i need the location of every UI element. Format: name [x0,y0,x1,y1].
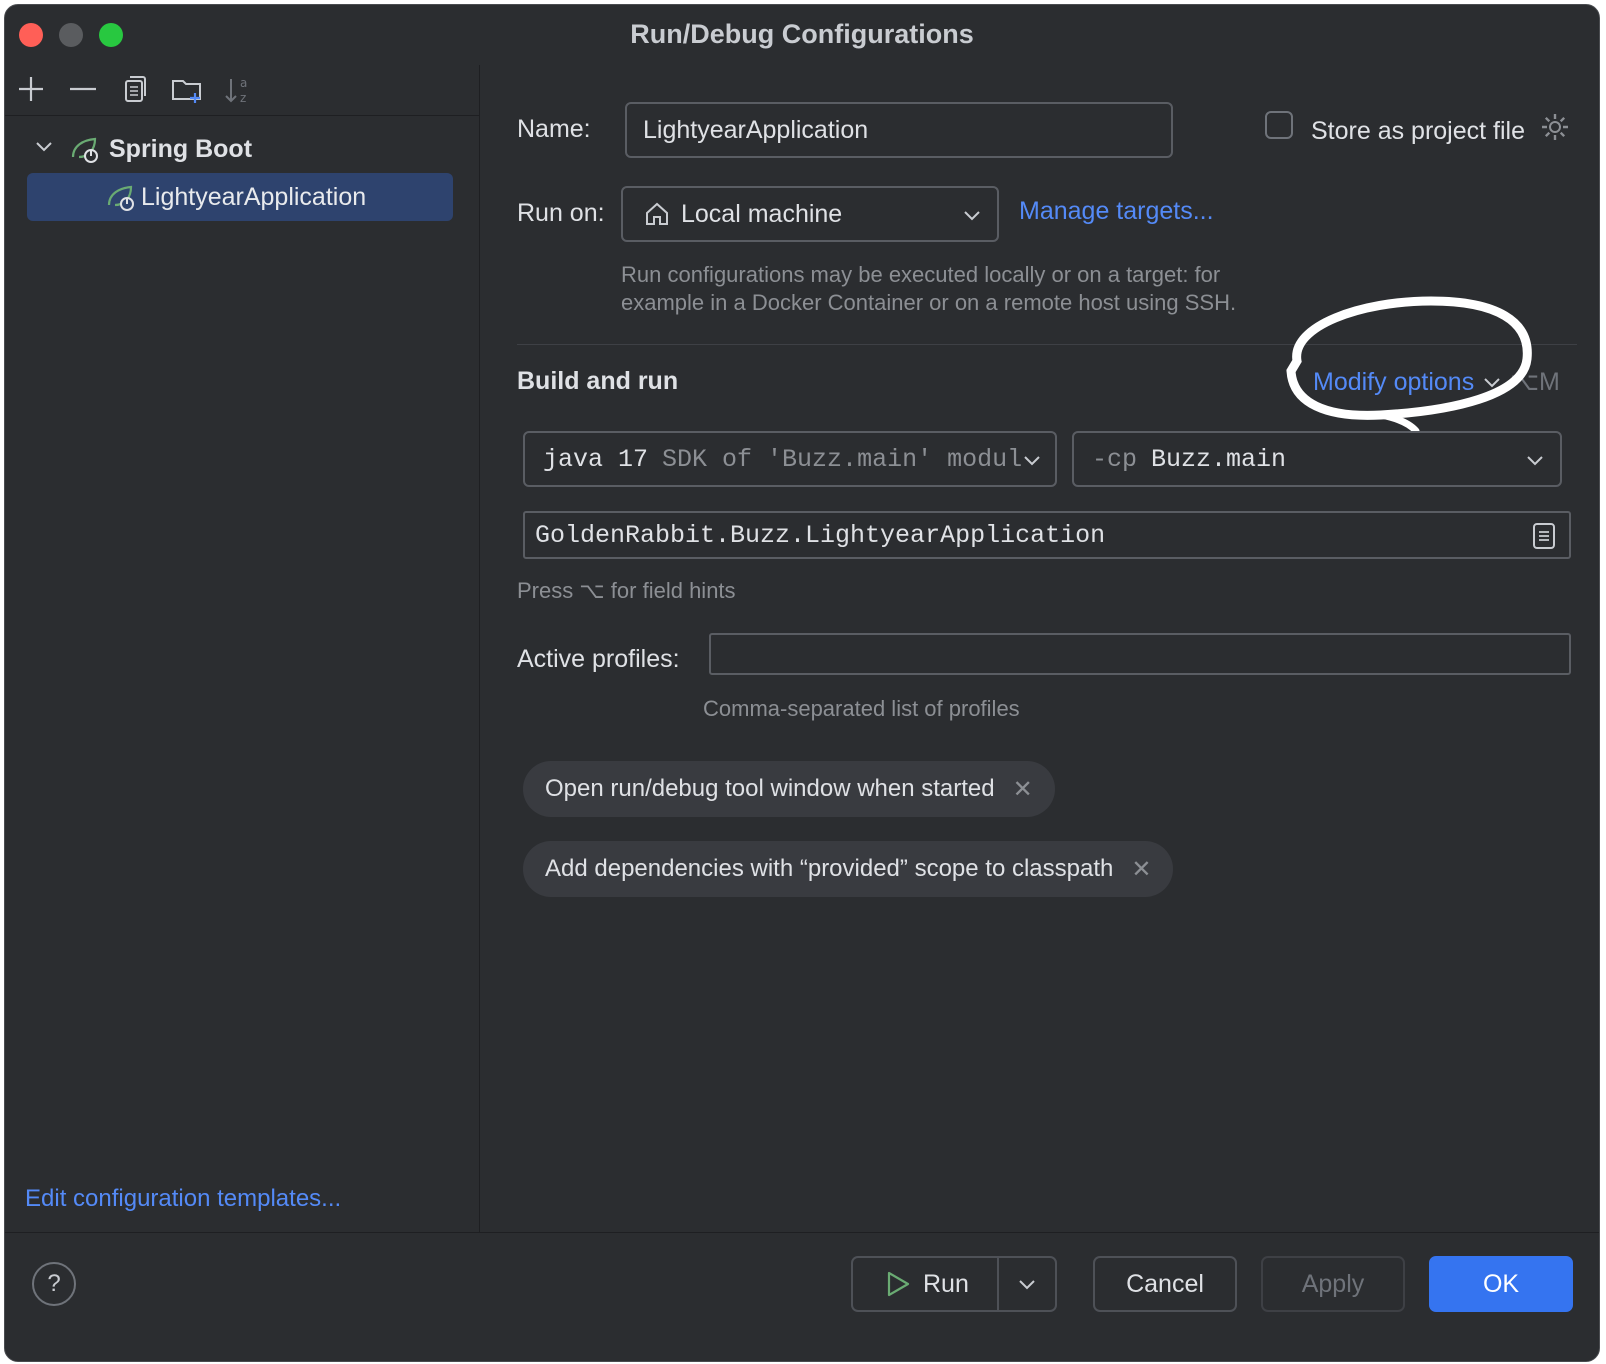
configurations-tree-pane: az Spring Boot LightyearApplication Edit [5,65,480,1233]
cancel-button-label: Cancel [1126,1269,1204,1298]
apply-button-label: Apply [1301,1269,1365,1298]
close-icon[interactable]: ✕ [1131,855,1151,884]
main-class-field[interactable]: GoldenRabbit.Buzz.LightyearApplication [523,511,1571,559]
name-field[interactable]: LightyearApplication [625,102,1173,158]
copy-icon[interactable] [117,71,153,107]
run-debug-configurations-dialog: Run/Debug Configurations az Spring Boot … [4,4,1600,1362]
apply-button[interactable]: Apply [1261,1256,1405,1312]
chevron-down-icon [1021,449,1043,479]
help-button[interactable]: ? [32,1262,76,1306]
run-button-label: Run [923,1269,969,1298]
field-hints-text: Press ⌥ for field hints [517,578,736,603]
remove-icon[interactable] [65,71,101,107]
close-icon[interactable]: ✕ [1013,775,1033,804]
add-icon[interactable] [13,71,49,107]
jdk-value: java 17 [543,444,649,474]
configuration-form: Name: LightyearApplication Store as proj… [480,65,1599,1233]
chevron-down-icon [1016,1273,1038,1295]
help-icon: ? [47,1270,61,1297]
gear-icon[interactable] [1539,111,1571,143]
run-on-dropdown[interactable]: Local machine [621,186,999,242]
name-label: Name: [517,115,591,143]
home-icon [643,200,671,228]
option-chip-open-tool-window: Open run/debug tool window when started … [523,761,1055,817]
run-on-label: Run on: [517,199,605,227]
jdk-dropdown[interactable]: java 17 SDK of 'Buzz.main' module [523,431,1057,487]
classpath-dropdown[interactable]: -cp Buzz.main [1072,431,1562,487]
ok-button-label: OK [1482,1269,1520,1298]
chevron-down-icon [961,204,983,233]
chip-label: Open run/debug tool window when started [545,775,995,802]
run-on-hint-line-1: Run configurations may be executed local… [621,262,1221,287]
chevron-down-icon [1524,449,1546,479]
main-class-value: GoldenRabbit.Buzz.LightyearApplication [535,520,1106,550]
jdk-detail: SDK of 'Buzz.main' module [662,444,1023,474]
browse-class-icon[interactable] [1531,521,1557,551]
active-profiles-hint: Comma-separated list of profiles [703,696,1020,721]
svg-text:z: z [240,91,246,105]
ok-button[interactable]: OK [1429,1256,1573,1312]
classpath-value: Buzz.main [1151,444,1287,474]
option-chip-provided-scope: Add dependencies with “provided” scope t… [523,841,1174,897]
classpath-prefix: -cp [1092,444,1138,474]
name-value: LightyearApplication [643,115,869,144]
dialog-button-bar: ? Run Cancel Apply OK [5,1232,1599,1361]
active-profiles-label: Active profiles: [517,645,680,673]
svg-text:a: a [240,76,247,90]
sort-icon[interactable]: az [221,71,257,107]
edit-configuration-templates-link[interactable]: Edit configuration templates... [25,1185,341,1213]
tree-item-lightyear-application[interactable]: LightyearApplication [27,173,453,221]
run-options-dropdown[interactable] [999,1258,1055,1310]
store-as-project-file-checkbox[interactable] [1265,111,1293,139]
store-as-project-file-label: Store as project file [1311,117,1525,145]
tree-group-spring-boot[interactable]: Spring Boot [33,125,252,173]
tree-item-label: LightyearApplication [141,182,367,211]
run-button[interactable]: Run [853,1258,999,1310]
play-icon [885,1270,911,1298]
tree-group-label: Spring Boot [109,134,253,163]
annotation-circle [1286,296,1532,435]
manage-targets-link[interactable]: Manage targets... [1019,197,1214,226]
spring-boot-icon [69,133,101,165]
run-on-hint-line-2: example in a Docker Container or on a re… [621,290,1237,315]
build-and-run-heading: Build and run [517,367,679,395]
cancel-button[interactable]: Cancel [1093,1256,1237,1312]
chip-label: Add dependencies with “provided” scope t… [545,855,1114,882]
tree-toolbar: az [5,65,479,116]
active-profiles-field[interactable] [709,633,1571,675]
spring-boot-icon [105,181,137,213]
new-folder-icon[interactable] [169,71,205,107]
run-on-value: Local machine [681,199,843,228]
run-split-button: Run [851,1256,1057,1312]
chevron-down-icon[interactable] [33,135,55,164]
dialog-title: Run/Debug Configurations [630,19,974,49]
